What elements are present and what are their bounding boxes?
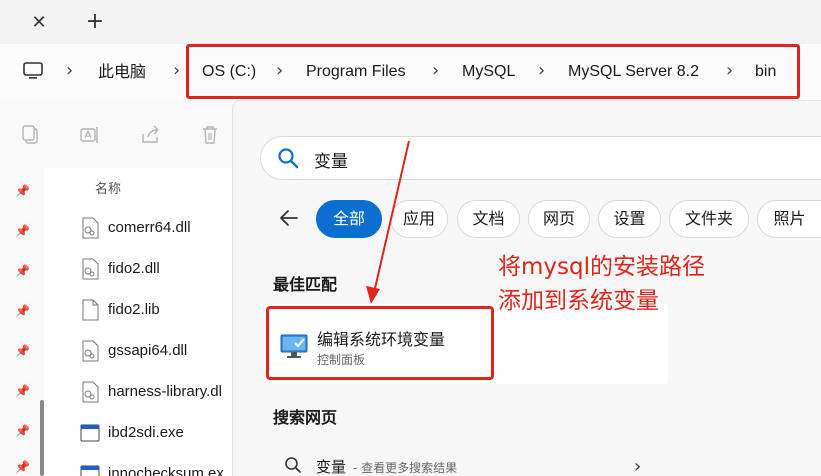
result-highlight-box bbox=[266, 306, 494, 380]
tab-strip: ✕ + bbox=[0, 0, 821, 44]
search-icon bbox=[285, 457, 301, 473]
filter-photos[interactable]: 照片 bbox=[757, 200, 821, 238]
list-item[interactable]: fido2.lib bbox=[80, 295, 240, 325]
dll-file-icon bbox=[82, 217, 99, 239]
copy-icon[interactable] bbox=[20, 124, 42, 146]
filter-documents[interactable]: 文档 bbox=[457, 200, 520, 238]
chevron-right-icon[interactable]: › bbox=[634, 456, 641, 476]
list-item[interactable]: harness-library.dl bbox=[80, 377, 240, 407]
navigation-pane: 📌 📌 📌 📌 📌 📌 📌 📌 bbox=[0, 168, 44, 476]
file-name: gssapi64.dll bbox=[108, 342, 188, 359]
delete-icon[interactable] bbox=[199, 124, 221, 146]
dll-file-icon bbox=[82, 258, 99, 280]
filter-folders[interactable]: 文件夹 bbox=[669, 200, 749, 238]
breadcrumb-separator: › bbox=[66, 60, 74, 81]
web-result-subtitle: - 查看更多搜索结果 bbox=[353, 461, 458, 475]
rename-icon[interactable] bbox=[79, 124, 101, 146]
pin-icon[interactable]: 📌 bbox=[15, 184, 30, 198]
file-icon bbox=[82, 299, 99, 321]
pin-icon[interactable]: 📌 bbox=[15, 460, 30, 474]
path-highlight-box bbox=[186, 44, 800, 99]
file-name: harness-library.dl bbox=[108, 383, 222, 400]
pin-icon[interactable]: 📌 bbox=[15, 224, 30, 238]
breadcrumb-this-pc[interactable]: 此电脑 bbox=[98, 62, 146, 82]
file-name: fido2.dll bbox=[108, 260, 160, 277]
pin-icon[interactable]: 📌 bbox=[15, 344, 30, 358]
list-item[interactable]: fido2.dll bbox=[80, 254, 240, 284]
list-item[interactable]: gssapi64.dll bbox=[80, 336, 240, 366]
pin-icon[interactable]: 📌 bbox=[15, 264, 30, 278]
file-name: innochecksum.ex bbox=[108, 465, 224, 476]
file-name: fido2.lib bbox=[108, 301, 160, 318]
list-item[interactable]: innochecksum.ex bbox=[80, 459, 240, 476]
filter-settings[interactable]: 设置 bbox=[598, 200, 661, 238]
dll-file-icon bbox=[82, 381, 99, 403]
share-icon[interactable] bbox=[140, 124, 162, 146]
annotation-text: 将mysql的安装路径 添加到系统变量 bbox=[498, 250, 705, 318]
list-item[interactable]: ibd2sdi.exe bbox=[80, 418, 240, 448]
file-name: ibd2sdi.exe bbox=[108, 424, 184, 441]
close-tab-button[interactable]: ✕ bbox=[26, 10, 52, 36]
web-result-term: 变量 bbox=[316, 458, 347, 476]
pin-icon[interactable]: 📌 bbox=[15, 384, 30, 398]
pin-icon[interactable]: 📌 bbox=[15, 424, 30, 438]
annotation-line-1: 将mysql的安装路径 bbox=[498, 254, 705, 280]
exe-file-icon bbox=[80, 465, 100, 476]
dll-file-icon bbox=[82, 340, 99, 362]
pin-icon[interactable]: 📌 bbox=[15, 304, 30, 318]
column-header-name[interactable]: 名称 bbox=[95, 178, 121, 197]
annotation-line-2: 添加到系统变量 bbox=[498, 288, 659, 314]
new-tab-button[interactable]: + bbox=[82, 9, 108, 35]
filter-apps[interactable]: 应用 bbox=[390, 200, 448, 238]
list-item[interactable]: comerr64.dll bbox=[80, 213, 240, 243]
breadcrumb-separator: › bbox=[173, 60, 181, 81]
address-bar[interactable]: › 此电脑 › OS (C:) › Program Files › MySQL … bbox=[0, 44, 821, 100]
search-query: 变量 bbox=[314, 152, 348, 172]
search-icon bbox=[278, 148, 299, 169]
best-match-heading: 最佳匹配 bbox=[273, 275, 338, 294]
back-arrow-icon[interactable] bbox=[277, 206, 301, 230]
exe-file-icon bbox=[80, 424, 100, 442]
web-search-heading: 搜索网页 bbox=[273, 408, 338, 427]
computer-icon[interactable] bbox=[22, 60, 44, 82]
filter-web[interactable]: 网页 bbox=[528, 200, 590, 238]
file-name: comerr64.dll bbox=[108, 219, 191, 236]
filter-all[interactable]: 全部 bbox=[316, 200, 382, 238]
